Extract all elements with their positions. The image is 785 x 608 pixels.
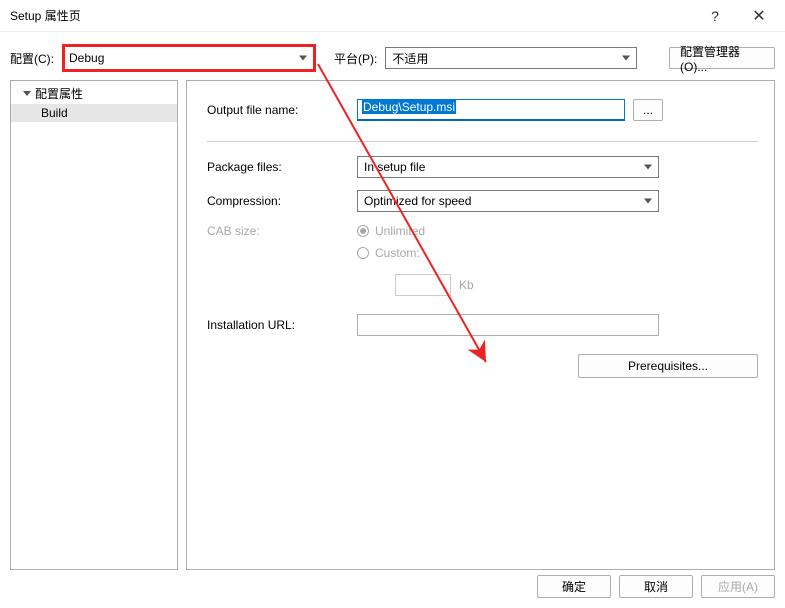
installation-url-input[interactable] [357,314,659,336]
cab-custom-input [395,274,451,296]
tree-child-label: Build [41,106,68,120]
platform-dropdown-value: 不适用 [392,50,428,67]
window-title: Setup 属性页 [10,7,693,24]
dialog-footer: 确定 取消 应用(A) [537,575,775,598]
chevron-down-icon [23,91,31,96]
compression-dropdown[interactable]: Optimized for speed [357,190,659,212]
output-file-input[interactable]: Debug\Setup.msi [357,99,625,121]
config-dropdown[interactable]: Debug [62,44,316,72]
cab-radio-unlimited: Unlimited [357,224,474,238]
config-toolbar: 配置(C): Debug 平台(P): 不适用 配置管理器(O)... [0,32,785,80]
compression-value: Optimized for speed [364,194,471,208]
installation-url-label: Installation URL: [207,318,357,332]
radio-icon [357,225,369,237]
config-label: 配置(C): [10,50,54,67]
tree-root-config-properties[interactable]: 配置属性 [11,83,177,104]
cab-size-label: CAB size: [207,224,357,238]
package-files-value: In setup file [364,160,425,174]
browse-button[interactable]: ... [633,99,663,121]
config-manager-button[interactable]: 配置管理器(O)... [669,47,775,69]
row-compression: Compression: Optimized for speed [207,190,758,212]
help-button[interactable]: ? [693,1,737,31]
section-divider [207,141,758,142]
title-bar: Setup 属性页 ? ✕ [0,0,785,32]
platform-label: 平台(P): [334,50,377,67]
apply-button: 应用(A) [701,575,775,598]
ok-button[interactable]: 确定 [537,575,611,598]
content-area: 配置属性 Build Output file name: Debug\Setup… [0,80,785,570]
row-prerequisites: Prerequisites... [207,354,758,378]
cancel-button[interactable]: 取消 [619,575,693,598]
tree-item-build[interactable]: Build [11,104,177,122]
output-file-label: Output file name: [207,103,357,117]
row-package-files: Package files: In setup file [207,156,758,178]
platform-dropdown[interactable]: 不适用 [385,47,637,69]
package-files-dropdown[interactable]: In setup file [357,156,659,178]
cab-unit-label: Kb [459,278,474,292]
row-installation-url: Installation URL: [207,314,758,336]
output-file-value: Debug\Setup.msi [362,100,456,114]
form-panel: Output file name: Debug\Setup.msi ... Pa… [186,80,775,570]
tree-root-label: 配置属性 [35,85,83,102]
property-tree[interactable]: 配置属性 Build [10,80,178,570]
prerequisites-button[interactable]: Prerequisites... [578,354,758,378]
close-button[interactable]: ✕ [737,1,781,31]
row-cab-size: CAB size: Unlimited Custom: Kb [207,224,758,296]
cab-radio-custom: Custom: [357,246,474,260]
row-output-file: Output file name: Debug\Setup.msi ... [207,99,758,121]
package-files-label: Package files: [207,160,357,174]
compression-label: Compression: [207,194,357,208]
config-dropdown-value: Debug [69,51,104,65]
radio-icon [357,247,369,259]
